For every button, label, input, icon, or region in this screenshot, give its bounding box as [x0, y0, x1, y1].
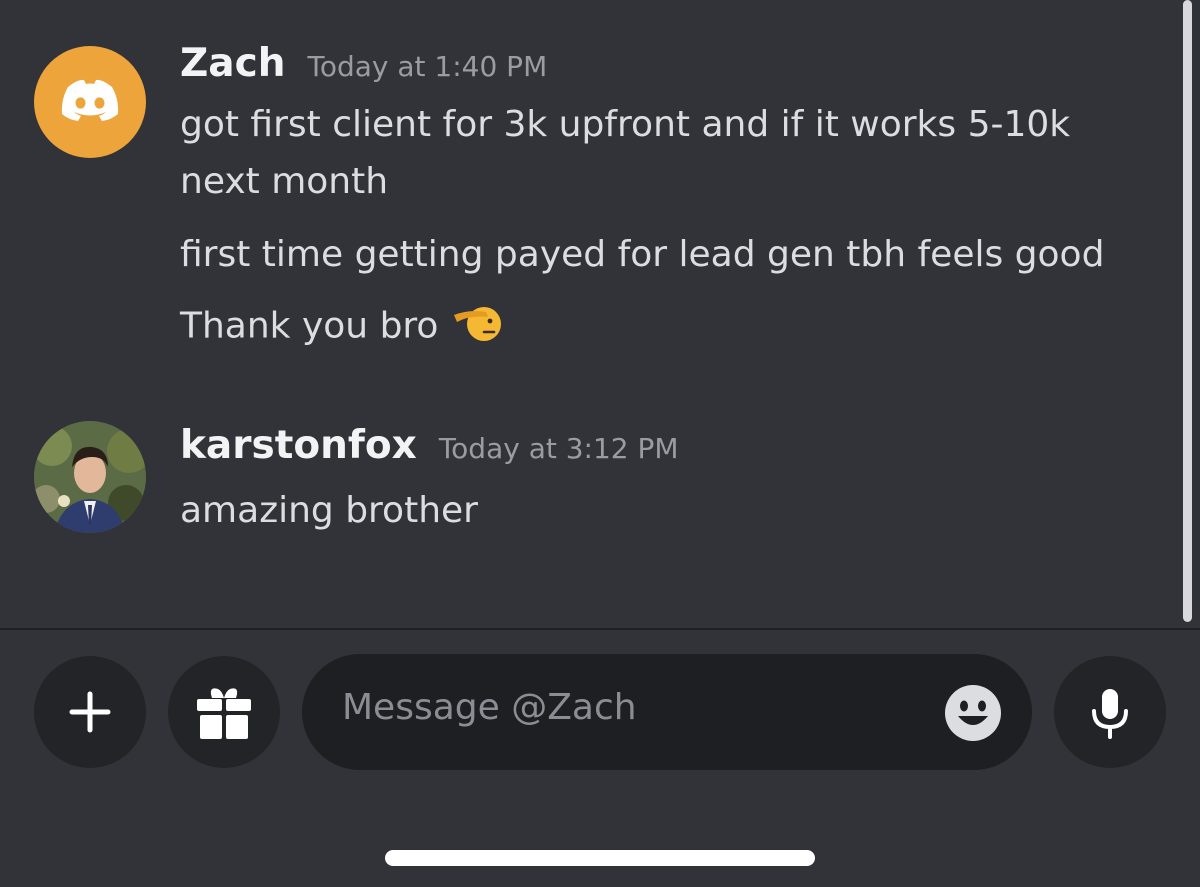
gift-button[interactable]	[168, 656, 280, 768]
home-indicator[interactable]	[385, 850, 815, 866]
scrollbar[interactable]	[1183, 0, 1192, 622]
timestamp: Today at 1:40 PM	[307, 50, 548, 83]
timestamp: Today at 3:12 PM	[438, 432, 679, 465]
message-input[interactable]: Message @Zach	[302, 654, 1032, 770]
message-text: got first client for 3k upfront and if i…	[180, 104, 1071, 145]
microphone-icon	[1092, 689, 1128, 739]
message-text: Thank you bro	[180, 305, 439, 347]
avatar[interactable]	[34, 46, 146, 158]
message-text: amazing brother	[180, 490, 478, 531]
message-text-with-emoji: Thank you bro	[180, 301, 504, 354]
user-photo-icon	[34, 421, 146, 533]
gift-icon	[197, 688, 251, 739]
dm-chat-screen: Zach Today at 1:40 PM got first client fo…	[0, 0, 1200, 887]
saluting-face-emoji-icon	[450, 301, 504, 354]
message-input-placeholder: Message @Zach	[342, 687, 637, 728]
discord-logo-icon	[61, 79, 119, 121]
message-text: first time getting payed for lead gen tb…	[180, 234, 1105, 275]
plus-icon	[69, 691, 111, 733]
add-attachment-button[interactable]	[34, 656, 146, 768]
message-header: karstonfox Today at 3:12 PM	[180, 423, 679, 468]
message-header: Zach Today at 1:40 PM	[180, 41, 547, 86]
username[interactable]: karstonfox	[180, 423, 417, 468]
message-list[interactable]: Zach Today at 1:40 PM got first client fo…	[0, 0, 1200, 628]
emoji-icon	[945, 685, 1001, 741]
message-composer: Message @Zach	[0, 630, 1200, 887]
avatar[interactable]	[34, 421, 146, 533]
voice-message-button[interactable]	[1054, 656, 1166, 768]
username[interactable]: Zach	[180, 41, 285, 86]
message-text: next month	[180, 161, 389, 202]
emoji-button[interactable]	[944, 684, 1002, 742]
